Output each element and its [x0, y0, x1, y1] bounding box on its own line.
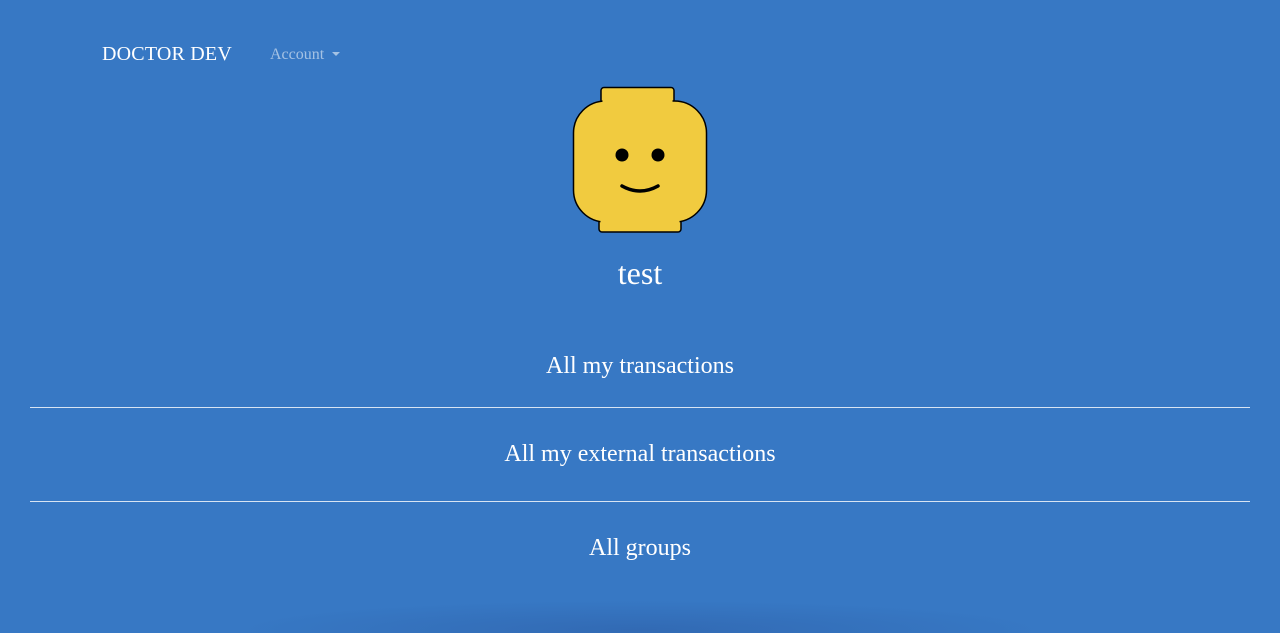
account-label: Account — [270, 46, 325, 63]
menu-item-all-external-transactions[interactable]: All my external transactions — [30, 408, 1250, 501]
caret-down-icon — [332, 52, 341, 56]
lego-head-icon — [572, 86, 708, 233]
menu-list: All my transactions All my external tran… — [30, 320, 1250, 595]
menu-item-all-groups[interactable]: All groups — [30, 502, 1250, 595]
profile-username: test — [617, 255, 663, 291]
avatar — [572, 86, 708, 234]
bottom-shadow — [230, 600, 1050, 633]
account-dropdown-toggle[interactable]: Account — [270, 46, 341, 64]
brand-link[interactable]: DOCTOR DEV — [102, 43, 232, 66]
menu-item-all-transactions[interactable]: All my transactions — [30, 320, 1250, 407]
